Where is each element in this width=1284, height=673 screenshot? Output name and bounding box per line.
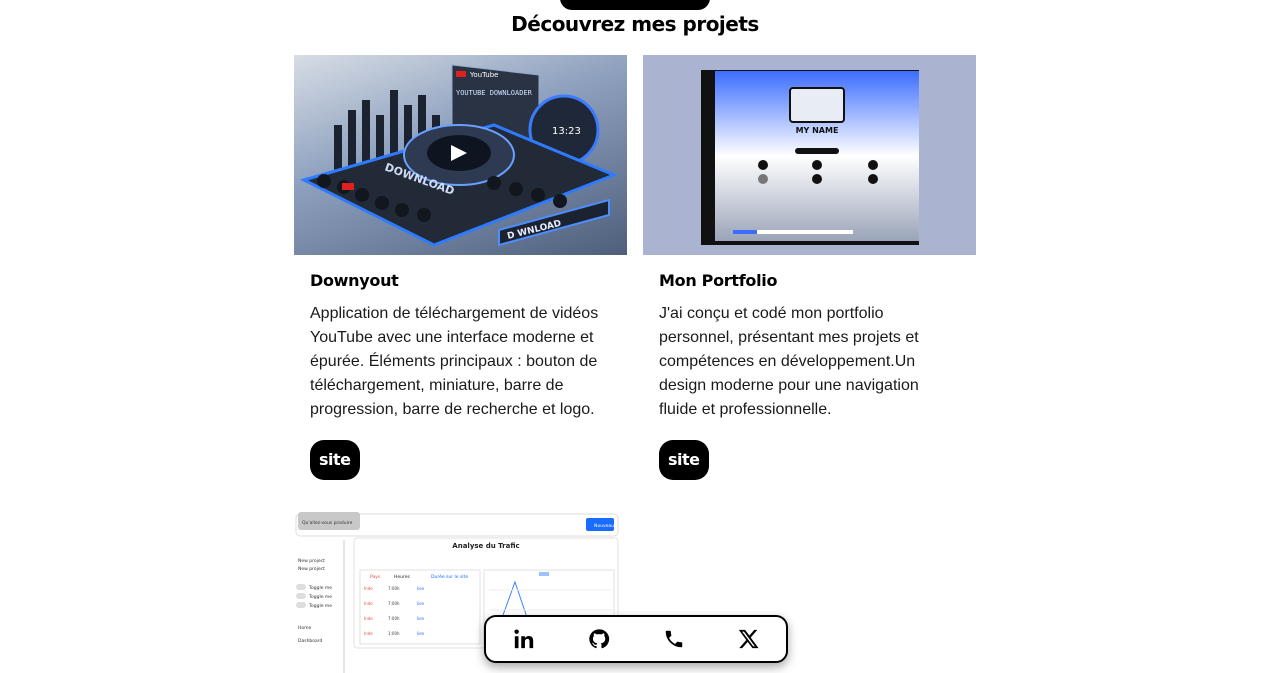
thumb-cell: Inde [364,631,373,636]
site-button[interactable]: site [310,440,360,480]
top-nav-pill[interactable] [560,0,710,10]
thumb-brand: YouTube [469,71,498,79]
portfolio-illustration: MY NAME [701,70,919,245]
thumb-chart-title: Analyse du Trafic [452,542,519,550]
x-icon[interactable] [734,624,764,654]
downloader-illustration: YouTube YOUTUBE DOWNLOADER 13:23 DOWNLOA… [299,64,619,247]
thumb-cell: lien [417,631,425,636]
thumb-cell: lien [417,616,425,621]
thumb-new-button: Nouveau [594,523,614,529]
thumb-th-2: Heures [394,574,411,580]
thumb-menu-2: New project [298,566,325,572]
thumb-toggle-3: Toggle me [308,603,332,609]
project-card-downyout: YouTube YOUTUBE DOWNLOADER 13:23 DOWNLOA… [294,55,627,480]
thumb-cell: Inde [364,586,373,591]
thumb-cell: 7:00h [388,601,400,606]
thumb-nav-2: Dashboard [298,638,323,644]
phone-icon[interactable] [659,624,689,654]
card-body: Downyout Application de téléchargement d… [294,255,627,480]
thumb-toggle-2: Toggle me [308,594,332,600]
thumb-timer: 13:23 [552,126,581,137]
thumb-th-3: Durée sur le site [431,573,468,580]
social-dock [484,615,788,663]
project-thumbnail: YouTube YOUTUBE DOWNLOADER 13:23 DOWNLOA… [294,55,627,255]
project-card-portfolio: MY NAME Mon Portfolio J'ai conçu et codé… [643,55,976,480]
thumb-toggle-1: Toggle me [308,585,332,591]
project-title: Downyout [310,271,399,290]
thumb-cell: 7:00h [388,586,400,591]
thumb-heading: YOUTUBE DOWNLOADER [456,89,533,97]
thumb-nav-1: Home [298,625,312,631]
section-title: Découvrez mes projets [511,12,759,36]
thumb-cell: 7:00h [388,616,400,621]
thumb-menu-1: New project [298,558,325,564]
thumb-th-1: Pays [370,574,381,580]
project-thumbnail: MY NAME [643,55,976,255]
thumb-search: Qu'allez-vous produire [302,520,353,526]
project-title: Mon Portfolio [659,271,778,290]
thumb-cell: lien [417,586,425,591]
project-description: Application de téléchargement de vidéos … [310,305,599,418]
card-body: Mon Portfolio J'ai conçu et codé mon por… [643,255,976,480]
thumb-cell: Inde [364,616,373,621]
thumb-cell: lien [417,601,425,606]
thumb-cell: 1:00h [388,631,400,636]
github-icon[interactable] [584,624,614,654]
site-button[interactable]: site [659,440,709,480]
project-description: J'ai conçu et codé mon portfolio personn… [659,305,919,418]
thumb-cell: Inde [364,601,373,606]
linkedin-icon[interactable] [509,624,539,654]
thumb-name: MY NAME [796,126,839,135]
